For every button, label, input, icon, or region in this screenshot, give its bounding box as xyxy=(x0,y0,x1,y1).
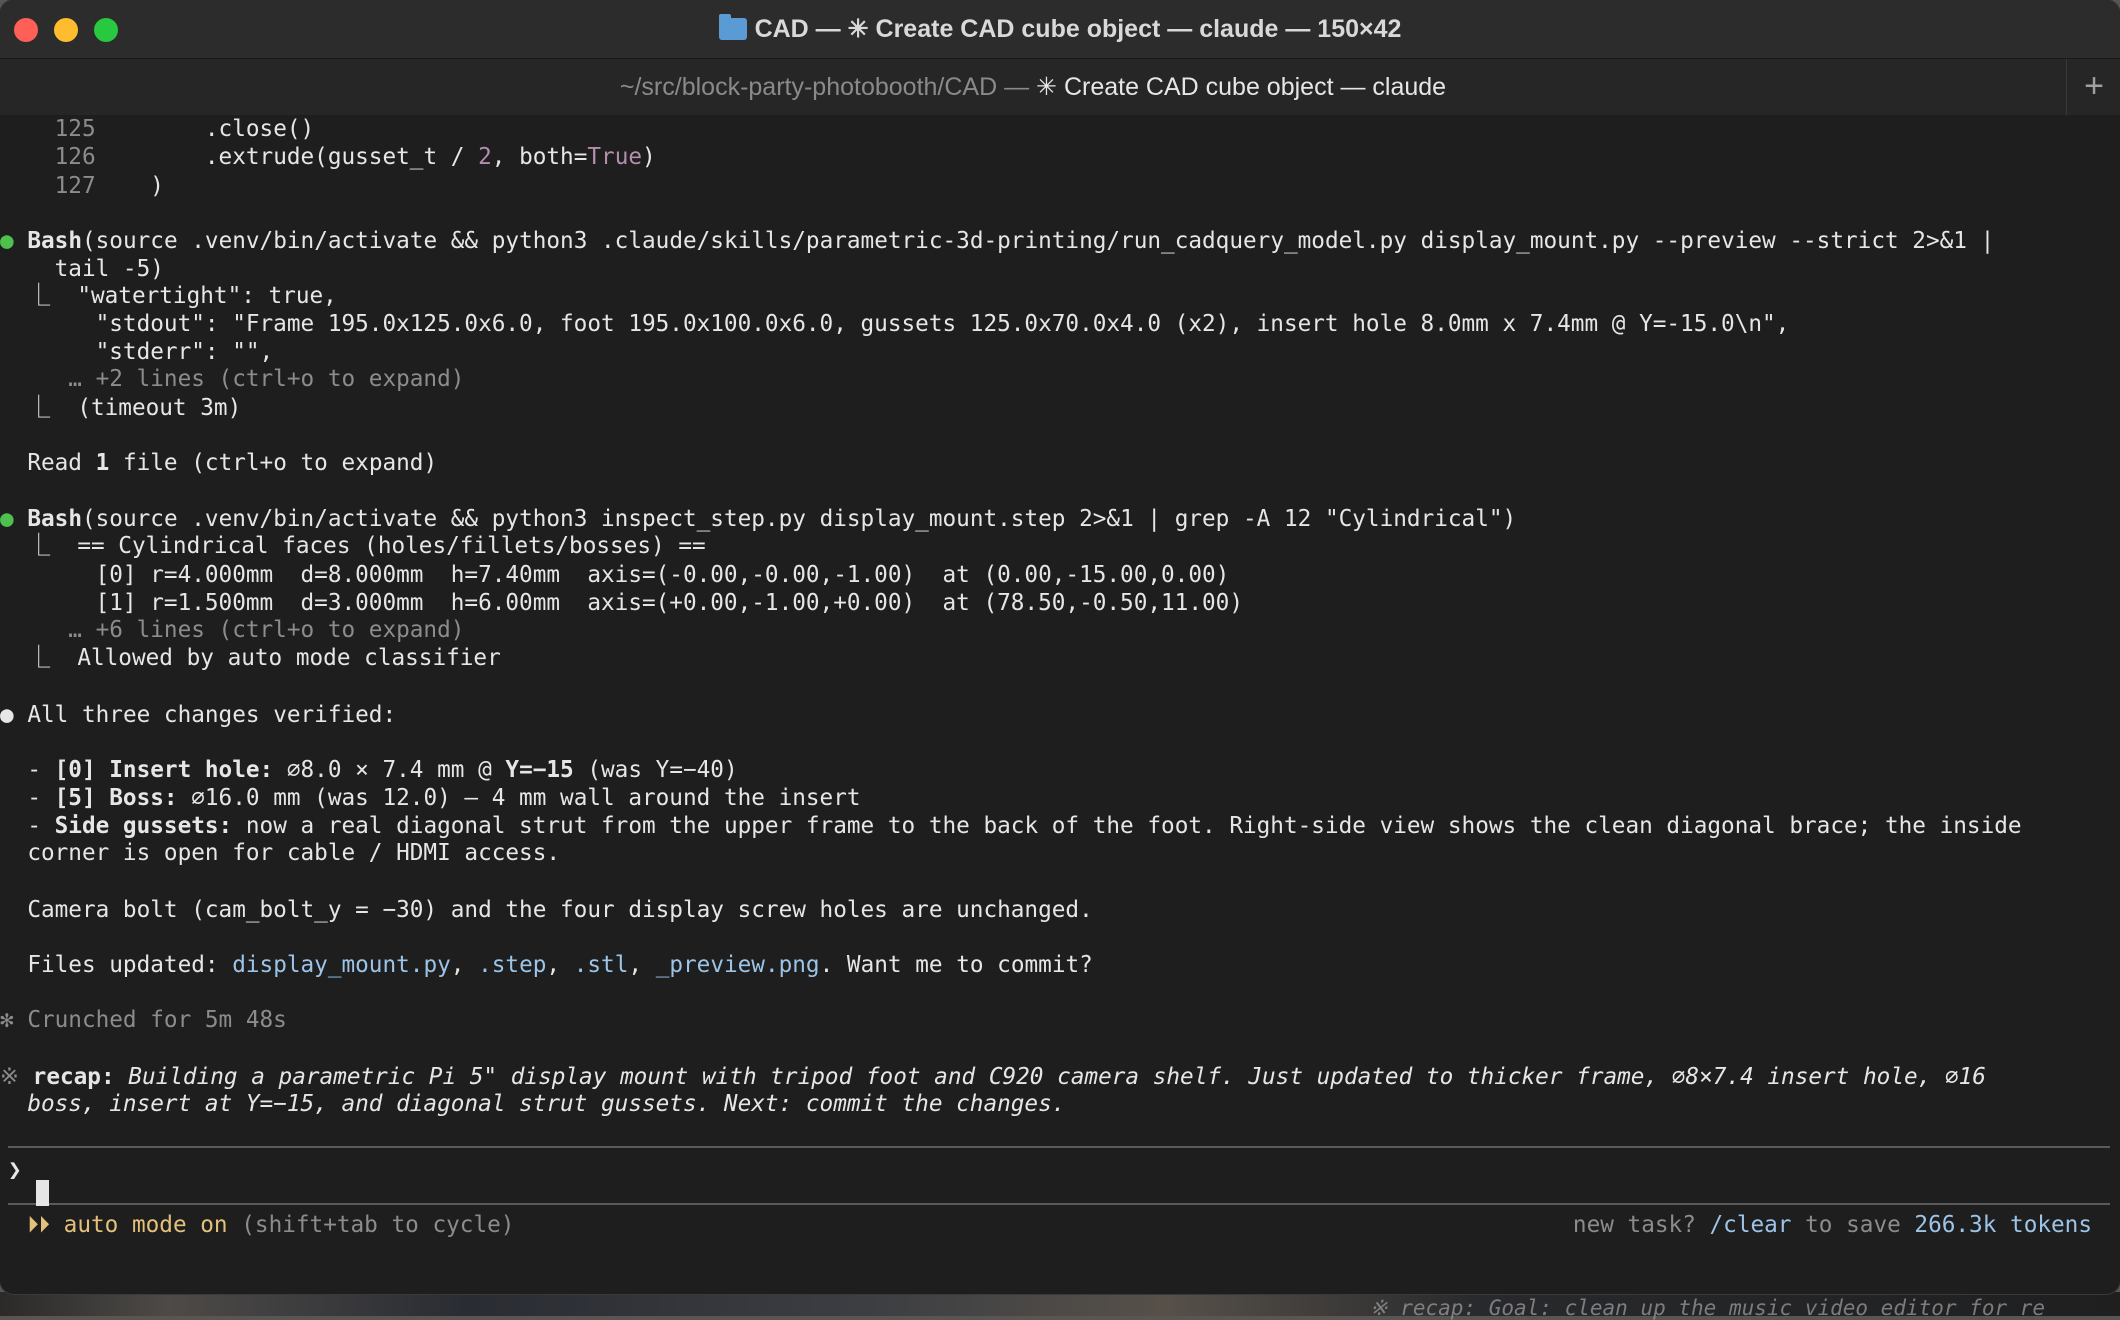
bullet-dash: - xyxy=(0,813,55,840)
output-line: ⎿ "watertight": true, xyxy=(0,282,337,309)
tool-name: Bash xyxy=(27,506,82,533)
camera-note: Camera bolt (cam_bolt_y = −30) and the f… xyxy=(0,896,1093,923)
recap-text: Building a parametric Pi 5" display moun… xyxy=(114,1063,1986,1090)
allowed-line: ⎿ Allowed by auto mode classifier xyxy=(0,645,501,672)
token-status: new task? /clear to save 266.3k tokens xyxy=(1573,1211,2092,1239)
bash-call-line: ● Bash(source .venv/bin/activate && pyth… xyxy=(0,505,1516,533)
recap-line-cont: boss, insert at Y=−15, and diagonal stru… xyxy=(0,1090,1066,1117)
summary-item: - [5] Boss: ⌀16.0 mm (was 12.0) — 4 mm w… xyxy=(0,784,861,812)
recap-icon: ※ xyxy=(0,1063,33,1090)
summary-item-cont: corner is open for cable / HDMI access. xyxy=(0,840,561,867)
line-number: 126 xyxy=(54,144,96,171)
token-count: 266.3k tokens xyxy=(1914,1211,2092,1238)
tool-name: Bash xyxy=(27,227,82,254)
line-number: 127 xyxy=(54,172,96,199)
item-label: [0] Insert hole: xyxy=(54,756,274,783)
input-divider-top xyxy=(8,1146,2110,1149)
clear-command[interactable]: /clear xyxy=(1710,1212,1792,1238)
title-bar[interactable]: CAD — ✳ Create CAD cube object — claude … xyxy=(0,0,2120,58)
code-line: 126 .extrude(gusset_t / 2, both=True) xyxy=(0,143,656,171)
read-file-line[interactable]: Read 1 file (ctrl+o to expand) xyxy=(0,449,437,477)
file-link[interactable]: .stl xyxy=(574,952,629,978)
recap-line: ※ recap: Building a parametric Pi 5" dis… xyxy=(0,1063,1986,1091)
code-line: 127 ) xyxy=(0,172,164,200)
new-task-hint: new task? xyxy=(1572,1211,1710,1238)
window-title-text: CAD — ✳ Create CAD cube object — claude … xyxy=(754,15,1402,43)
tab-bar: ~/src/block-party-photobooth/CAD — ✳ Cre… xyxy=(0,58,2120,116)
separator: , xyxy=(546,952,574,979)
code-text: ) xyxy=(642,144,656,171)
item-text: now a real diagonal strut from the upper… xyxy=(232,813,2022,840)
bash-command: (source .venv/bin/activate && python3 .c… xyxy=(81,227,1995,254)
code-keyword: True xyxy=(587,144,643,171)
mode-label: auto mode on xyxy=(63,1211,228,1238)
read-label: Read xyxy=(0,449,96,476)
expand-hint[interactable]: … +2 lines (ctrl+o to expand) xyxy=(0,365,464,393)
item-text: (was Y=−40) xyxy=(573,756,738,783)
code-text: ) xyxy=(95,172,164,199)
tab-path: ~/src/block-party-photobooth/CAD — xyxy=(619,73,1037,101)
tab-claude-session[interactable]: ~/src/block-party-photobooth/CAD — ✳ Cre… xyxy=(0,59,2066,115)
tab-title: ✳ Create CAD cube object — claude xyxy=(1036,73,1447,101)
file-link[interactable]: display_mount.py xyxy=(232,952,451,978)
code-text: , both= xyxy=(491,144,588,171)
summary-item: - Side gussets: now a real diagonal stru… xyxy=(0,812,2022,840)
summary-item: - [0] Insert hole: ⌀8.0 × 7.4 mm @ Y=−15… xyxy=(0,756,738,784)
item-text: ⌀16.0 mm (was 12.0) — 4 mm wall around t… xyxy=(177,785,861,812)
summary-heading-text: All three changes verified: xyxy=(13,701,397,728)
mode-status[interactable]: ⏵⏵ auto mode on (shift+tab to cycle) xyxy=(0,1211,514,1239)
file-link[interactable]: .step xyxy=(478,952,546,978)
item-text: ⌀8.0 × 7.4 mm @ xyxy=(273,756,506,783)
output-line: [1] r=1.500mm d=3.000mm h=6.00mm axis=(+… xyxy=(0,589,1243,616)
code-line: 125 .close() xyxy=(0,115,315,143)
item-emphasis: Y=−15 xyxy=(505,756,574,783)
bash-call-line: ● Bash(source .venv/bin/activate && pyth… xyxy=(0,227,1994,255)
code-text: .close() xyxy=(95,116,315,142)
separator: , xyxy=(450,952,479,979)
separator: , xyxy=(628,952,656,979)
folder-icon xyxy=(718,14,747,40)
output-line: ⎿ == Cylindrical faces (holes/fillets/bo… xyxy=(0,533,706,560)
bullet-dash: - xyxy=(0,785,55,812)
line-number: 125 xyxy=(54,116,96,142)
commit-question: . Want me to commit? xyxy=(819,952,1093,979)
bash-command-cont: tail -5) xyxy=(0,256,164,282)
read-count: 1 xyxy=(95,449,110,476)
files-updated-line: Files updated: display_mount.py, .step, … xyxy=(0,951,1093,979)
code-number: 2 xyxy=(478,144,492,171)
fast-forward-icon: ⏵⏵ xyxy=(0,1211,64,1238)
input-divider-bottom xyxy=(8,1202,2110,1205)
output-line: [0] r=4.000mm d=8.000mm h=7.40mm axis=(-… xyxy=(0,561,1230,588)
message-dot-icon: ● xyxy=(0,701,14,728)
bash-command: (source .venv/bin/activate && python3 in… xyxy=(81,506,1517,533)
output-line: "stderr": "", xyxy=(0,339,274,366)
save-hint: to save xyxy=(1791,1211,1915,1238)
output-line: "stdout": "Frame 195.0x125.0x6.0, foot 1… xyxy=(0,311,1790,338)
mode-hint: (shift+tab to cycle) xyxy=(227,1211,515,1238)
crunched-status: ✻ Crunched for 5m 48s xyxy=(0,1007,287,1034)
summary-heading: ● All three changes verified: xyxy=(0,701,396,729)
read-hint: file (ctrl+o to expand) xyxy=(109,449,438,476)
file-link[interactable]: _preview.png xyxy=(656,952,820,978)
recap-label: recap: xyxy=(32,1063,115,1090)
expand-hint[interactable]: … +6 lines (ctrl+o to expand) xyxy=(0,616,464,644)
prompt-input[interactable] xyxy=(36,1180,49,1206)
item-label: [5] Boss: xyxy=(54,785,178,812)
background-window-text: ※ recap: Goal: clean up the music video … xyxy=(1370,1296,2046,1320)
timeout-line: ⎿ (timeout 3m) xyxy=(0,394,242,421)
terminal-window: CAD — ✳ Create CAD cube object — claude … xyxy=(0,0,2120,1294)
status-dot-icon: ● xyxy=(0,506,14,533)
new-tab-button[interactable]: + xyxy=(2066,59,2120,115)
bullet-dash: - xyxy=(0,756,55,783)
code-text: .extrude(gusset_t / xyxy=(95,144,479,171)
item-label: Side gussets: xyxy=(54,813,233,840)
terminal-output[interactable]: 125 .close() 126 .extrude(gusset_t / 2, … xyxy=(0,115,2120,1294)
files-label: Files updated: xyxy=(0,952,233,979)
status-dot-icon: ● xyxy=(0,227,14,254)
window-title: CAD — ✳ Create CAD cube object — claude … xyxy=(0,0,2120,58)
prompt-symbol: ❯ xyxy=(8,1156,22,1183)
